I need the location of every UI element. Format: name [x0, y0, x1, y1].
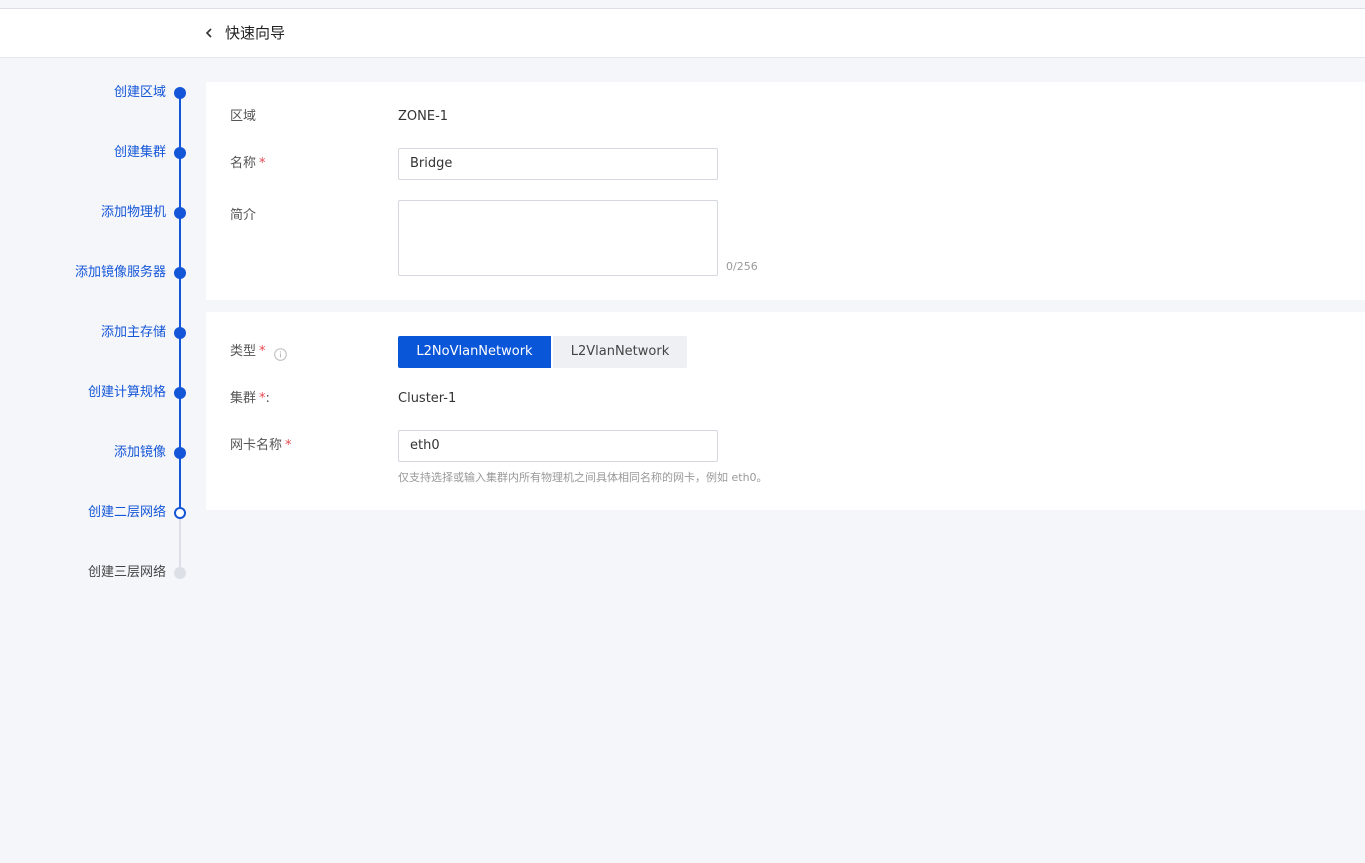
step-create-instance-offering[interactable]: 创建计算规格: [0, 381, 200, 405]
step-label: 添加主存储: [100, 325, 166, 340]
step-add-host[interactable]: 添加物理机: [0, 201, 200, 225]
type-option-l2vlan[interactable]: L2VlanNetwork: [553, 336, 687, 368]
step-dot: [174, 447, 186, 459]
required-mark: *: [285, 438, 292, 453]
step-create-l2-network[interactable]: 创建二层网络: [0, 501, 200, 525]
step-create-l3-network[interactable]: 创建三层网络: [0, 561, 200, 585]
network-config-card: 类型 * L2NoVlanNetwork L2VlanNetwork 集群 *: C…: [206, 312, 1365, 510]
info-icon[interactable]: [274, 346, 287, 361]
step-dot: [174, 387, 186, 399]
required-mark: *: [259, 156, 266, 171]
step-add-primary-storage[interactable]: 添加主存储: [0, 321, 200, 345]
top-border: [0, 0, 1365, 9]
cluster-value: Cluster-1: [398, 391, 457, 406]
step-dot: [174, 207, 186, 219]
wizard-stepper: 创建区域 创建集群 添加物理机 添加镜像服务器 添加主存储 创建计算规格 添加镜…: [0, 58, 200, 618]
step-dot: [174, 567, 186, 579]
step-label: 创建三层网络: [87, 565, 166, 580]
step-label: 添加镜像: [113, 445, 166, 460]
nic-name-label: 网卡名称 *: [230, 438, 292, 453]
zone-value: ZONE-1: [398, 109, 449, 124]
description-textarea[interactable]: [398, 200, 718, 276]
name-label: 名称 *: [230, 156, 266, 171]
step-create-zone[interactable]: 创建区域: [0, 81, 200, 105]
step-label: 添加镜像服务器: [74, 265, 166, 280]
chevron-left-icon[interactable]: [201, 23, 217, 43]
step-create-cluster[interactable]: 创建集群: [0, 141, 200, 165]
step-label: 创建集群: [113, 145, 166, 160]
step-label: 添加物理机: [100, 205, 166, 220]
basic-info-card: 区域 ZONE-1 名称 * Bridge 简介 0/256: [206, 82, 1365, 300]
nic-name-input[interactable]: eth0: [398, 430, 718, 462]
name-input[interactable]: Bridge: [398, 148, 718, 180]
step-dot: [174, 507, 186, 519]
step-label: 创建计算规格: [87, 385, 166, 400]
step-dot: [174, 87, 186, 99]
step-dot: [174, 267, 186, 279]
step-label: 创建区域: [113, 85, 166, 100]
step-dot: [174, 147, 186, 159]
step-add-image[interactable]: 添加镜像: [0, 441, 200, 465]
description-label: 简介: [230, 208, 257, 223]
type-option-l2novlan[interactable]: L2NoVlanNetwork: [398, 336, 551, 368]
char-counter: 0/256: [726, 260, 758, 273]
page-header: 快速向导: [0, 9, 1365, 58]
step-label: 创建二层网络: [87, 505, 166, 520]
page-title: 快速向导: [225, 24, 286, 42]
zone-label: 区域: [230, 109, 257, 124]
step-dot: [174, 327, 186, 339]
nic-hint: 仅支持选择或输入集群内所有物理机之间具体相同名称的网卡，例如 eth0。: [398, 471, 768, 484]
required-mark: *: [259, 344, 266, 359]
type-label: 类型 *: [230, 344, 266, 359]
cluster-label: 集群 *:: [230, 391, 270, 406]
step-add-image-server[interactable]: 添加镜像服务器: [0, 261, 200, 285]
